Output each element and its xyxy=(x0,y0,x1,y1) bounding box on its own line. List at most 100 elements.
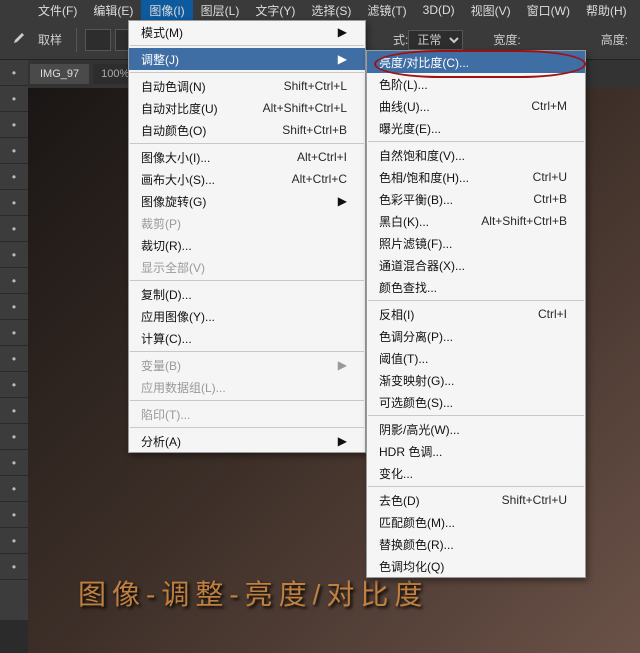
swatch-box[interactable] xyxy=(85,29,111,51)
menu-item[interactable]: HDR 色调... xyxy=(367,440,585,462)
menu-item[interactable]: 选择(S) xyxy=(303,0,359,21)
tool-slot[interactable]: • xyxy=(0,60,28,86)
submenu-arrow-icon: ▶ xyxy=(338,52,347,66)
tool-slot[interactable]: • xyxy=(0,268,28,294)
tool-slot[interactable]: • xyxy=(0,476,28,502)
menu-shortcut: Alt+Ctrl+I xyxy=(297,150,347,164)
submenu-arrow-icon: ▶ xyxy=(338,25,347,39)
menu-item-label: 图像旋转(G) xyxy=(141,193,320,210)
menu-item-label: 曝光度(E)... xyxy=(379,120,567,137)
tool-slot[interactable]: • xyxy=(0,216,28,242)
menu-item[interactable]: 文字(Y) xyxy=(247,0,303,21)
tool-slot[interactable]: • xyxy=(0,138,28,164)
menu-item[interactable]: 调整(J) ▶ xyxy=(129,48,365,70)
menu-item[interactable]: 分析(A)▶ xyxy=(129,430,365,452)
menu-item[interactable]: 自动色调(N)Shift+Ctrl+L xyxy=(129,75,365,97)
menu-item[interactable]: 去色(D)Shift+Ctrl+U xyxy=(367,489,585,511)
menu-item-label: 自动对比度(U) xyxy=(141,100,233,117)
menu-item-label: 曲线(U)... xyxy=(379,98,501,115)
menu-item-label: 自动颜色(O) xyxy=(141,122,252,139)
menu-separator xyxy=(368,141,584,142)
overlay-caption: 图像-调整-亮度/对比度 xyxy=(78,573,428,613)
menu-item-label: 图像大小(I)... xyxy=(141,149,267,166)
menu-item[interactable]: 色彩平衡(B)...Ctrl+B xyxy=(367,188,585,210)
tool-slot[interactable]: • xyxy=(0,372,28,398)
menu-item[interactable]: 计算(C)... xyxy=(129,327,365,349)
menu-item-label: 调整(J) xyxy=(141,51,320,68)
image-menu: 模式(M)▶调整(J)▶自动色调(N)Shift+Ctrl+L自动对比度(U)A… xyxy=(128,20,366,453)
submenu-arrow-icon: ▶ xyxy=(338,358,347,372)
menu-item[interactable]: 色阶(L)... xyxy=(367,73,585,95)
tool-slot[interactable]: • xyxy=(0,554,28,580)
menu-item[interactable]: 色调均化(Q) xyxy=(367,555,585,577)
menu-item[interactable]: 帮助(H) xyxy=(578,0,635,21)
document-tab[interactable]: IMG_97 xyxy=(30,64,89,84)
tool-slot[interactable]: • xyxy=(0,424,28,450)
tool-slot[interactable]: • xyxy=(0,190,28,216)
menu-item[interactable]: 颜色查找... xyxy=(367,276,585,298)
tool-slot[interactable]: • xyxy=(0,294,28,320)
menu-item[interactable]: 模式(M) ▶ xyxy=(129,21,365,43)
menu-item[interactable]: 窗口(W) xyxy=(519,0,578,21)
menu-item-label: 匹配颜色(M)... xyxy=(379,514,567,531)
tool-slot[interactable]: • xyxy=(0,502,28,528)
menu-item-label: 自动色调(N) xyxy=(141,78,254,95)
menu-item[interactable]: 照片滤镜(F)... xyxy=(367,232,585,254)
menu-item[interactable]: 自动颜色(O)Shift+Ctrl+B xyxy=(129,119,365,141)
menu-item-label: 陷印(T)... xyxy=(141,406,347,423)
tool-slot[interactable]: • xyxy=(0,112,28,138)
menu-item: 陷印(T)... xyxy=(129,403,365,425)
tool-slot[interactable]: • xyxy=(0,450,28,476)
menu-item[interactable]: 视图(V) xyxy=(463,0,519,21)
menu-shortcut: Alt+Shift+Ctrl+B xyxy=(481,214,567,228)
menu-item-label: 应用图像(Y)... xyxy=(141,308,347,325)
menu-item[interactable]: 文件(F) xyxy=(30,0,85,21)
menu-item[interactable]: 编辑(E) xyxy=(85,0,141,21)
menu-item: 显示全部(V) xyxy=(129,256,365,278)
menu-item[interactable]: 图像大小(I)... Alt+Ctrl+I xyxy=(129,146,365,168)
menu-item[interactable]: 图层(L) xyxy=(193,0,248,21)
menu-item[interactable]: 阈值(T)... xyxy=(367,347,585,369)
menu-item[interactable]: 黑白(K)...Alt+Shift+Ctrl+B xyxy=(367,210,585,232)
menu-separator xyxy=(130,143,364,144)
menu-item[interactable]: 色相/饱和度(H)...Ctrl+U xyxy=(367,166,585,188)
mode-label: 式: xyxy=(393,31,408,48)
menu-item[interactable]: 裁切(R)... xyxy=(129,234,365,256)
menu-item[interactable]: 3D(D) xyxy=(415,1,463,19)
menu-item[interactable]: 替换颜色(R)... xyxy=(367,533,585,555)
menu-item[interactable]: 反相(I)Ctrl+I xyxy=(367,303,585,325)
tool-slot[interactable]: • xyxy=(0,398,28,424)
tool-slot[interactable]: • xyxy=(0,528,28,554)
tool-slot[interactable]: • xyxy=(0,346,28,372)
menu-item[interactable]: 自然饱和度(V)... xyxy=(367,144,585,166)
menu-item-label: 裁切(R)... xyxy=(141,237,347,254)
menu-item[interactable]: 自动对比度(U)Alt+Shift+Ctrl+L xyxy=(129,97,365,119)
menu-item-label: 模式(M) xyxy=(141,24,320,41)
tool-slot[interactable]: • xyxy=(0,320,28,346)
menu-item-label: 通道混合器(X)... xyxy=(379,257,567,274)
menu-item[interactable]: 色调分离(P)... xyxy=(367,325,585,347)
menu-item[interactable]: 渐变映射(G)... xyxy=(367,369,585,391)
menu-item-label: 阴影/高光(W)... xyxy=(379,421,567,438)
menu-item[interactable]: 滤镜(T) xyxy=(359,0,414,21)
menu-item[interactable]: 曝光度(E)... xyxy=(367,117,585,139)
menu-item[interactable]: 复制(D)... xyxy=(129,283,365,305)
tool-slot[interactable]: • xyxy=(0,242,28,268)
menu-item[interactable]: 图像旋转(G)▶ xyxy=(129,190,365,212)
menu-item[interactable]: 画布大小(S)...Alt+Ctrl+C xyxy=(129,168,365,190)
menu-item[interactable]: 亮度/对比度(C)... xyxy=(367,51,585,73)
menu-item-label: 色相/饱和度(H)... xyxy=(379,169,503,186)
tool-slot[interactable]: • xyxy=(0,86,28,112)
menu-item[interactable]: 通道混合器(X)... xyxy=(367,254,585,276)
menu-item[interactable]: 可选颜色(S)... xyxy=(367,391,585,413)
menu-item[interactable]: 图像(I) xyxy=(141,0,192,21)
blend-mode-select[interactable]: 正常 xyxy=(408,30,463,50)
menu-item[interactable]: 匹配颜色(M)... xyxy=(367,511,585,533)
menu-item-label: 色调均化(Q) xyxy=(379,558,567,575)
tool-slot[interactable]: • xyxy=(0,164,28,190)
menu-item[interactable]: 变化... xyxy=(367,462,585,484)
menu-item-label: 反相(I) xyxy=(379,306,508,323)
menu-item[interactable]: 应用图像(Y)... xyxy=(129,305,365,327)
menu-item[interactable]: 曲线(U)...Ctrl+M xyxy=(367,95,585,117)
menu-item[interactable]: 阴影/高光(W)... xyxy=(367,418,585,440)
